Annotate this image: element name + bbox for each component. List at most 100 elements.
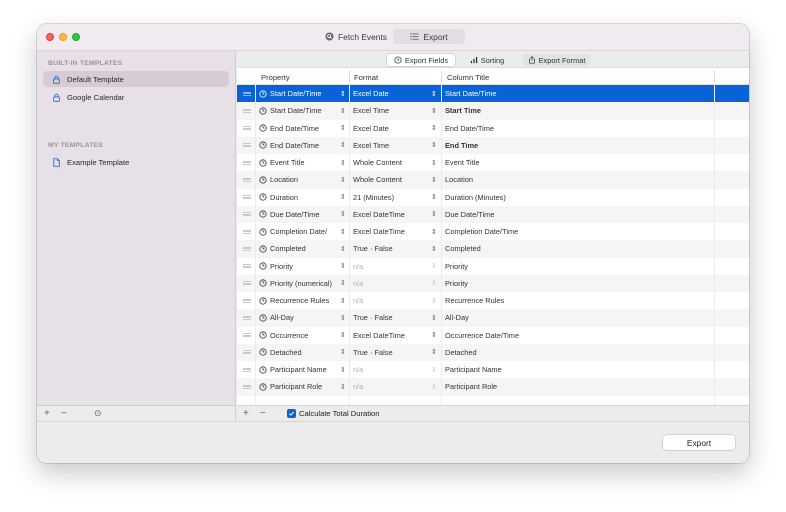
property-popup[interactable]: Priority (numerical): [259, 275, 349, 292]
format-stepper-icon[interactable]: ⇕: [431, 102, 437, 119]
column-title-field[interactable]: All-Day: [445, 309, 715, 326]
drag-handle-icon[interactable]: [242, 206, 252, 223]
format-stepper-icon[interactable]: ⇕: [431, 189, 437, 206]
drag-handle-icon[interactable]: [242, 378, 252, 395]
column-title-field[interactable]: Duration (Minutes): [445, 189, 715, 206]
property-popup[interactable]: Recurrence Rules: [259, 292, 349, 309]
drag-handle-icon[interactable]: [242, 309, 252, 326]
column-title-field[interactable]: Detached: [445, 344, 715, 361]
sidebar-item-example-template[interactable]: Example Template: [43, 154, 229, 170]
property-stepper-icon[interactable]: ⇕: [340, 137, 346, 154]
property-popup[interactable]: Completion Date/: [259, 223, 349, 240]
property-popup[interactable]: Due Date/Time: [259, 206, 349, 223]
table-row[interactable]: Location ⇕ Whole Content ⇕ Location: [237, 171, 749, 189]
property-popup[interactable]: All-Day: [259, 309, 349, 326]
drag-handle-icon[interactable]: [242, 361, 252, 378]
table-row[interactable]: All-Day ⇕ True · False ⇕ All-Day: [237, 309, 749, 327]
format-popup[interactable]: True · False: [353, 344, 441, 361]
format-popup[interactable]: Excel DateTime: [353, 223, 441, 240]
table-row[interactable]: Participant Name ⇕ n/a ⇕ Participant Name: [237, 361, 749, 378]
column-title-field[interactable]: End Date/Time: [445, 120, 715, 137]
property-popup[interactable]: End Date/Time: [259, 137, 349, 154]
format-popup[interactable]: 21 (Minutes): [353, 189, 441, 206]
drag-handle-icon[interactable]: [242, 275, 252, 292]
column-title-field[interactable]: Event Title: [445, 154, 715, 171]
property-popup[interactable]: Priority: [259, 258, 349, 275]
table-row[interactable]: Completion Date/ ⇕ Excel DateTime ⇕ Completi…: [237, 223, 749, 240]
format-stepper-icon[interactable]: ⇕: [431, 327, 437, 344]
drag-handle-icon[interactable]: [242, 154, 252, 171]
calculate-total-label[interactable]: Calculate Total Duration: [299, 409, 379, 418]
export-tab[interactable]: Export: [393, 29, 465, 44]
column-title-field[interactable]: Recurrence Rules: [445, 292, 715, 309]
property-stepper-icon[interactable]: ⇕: [340, 240, 346, 257]
drag-handle-icon[interactable]: [242, 120, 252, 137]
table-row[interactable]: Priority (numerical) ⇕ n/a ⇕ Priority: [237, 274, 749, 292]
table-row[interactable]: Priority ⇕ n/a ⇕ Priority: [237, 258, 749, 275]
property-popup[interactable]: End Date/Time: [259, 120, 349, 137]
table-row[interactable]: Start Date/Time ⇕ Excel Date ⇕ Start Date/Ti…: [237, 85, 749, 103]
format-stepper-icon[interactable]: ⇕: [431, 85, 437, 102]
format-popup[interactable]: Excel Time: [353, 137, 441, 154]
drag-handle-icon[interactable]: [242, 189, 252, 206]
property-popup[interactable]: Detached: [259, 344, 349, 361]
table-row[interactable]: Detached ⇕ True · False ⇕ Detached: [237, 343, 749, 361]
property-popup[interactable]: Participant Name: [259, 361, 349, 378]
format-stepper-icon[interactable]: ⇕: [431, 309, 437, 326]
template-options-button[interactable]: ⊙: [94, 408, 102, 419]
drag-handle-icon[interactable]: [242, 344, 252, 361]
drag-handle-icon[interactable]: [242, 102, 252, 119]
property-stepper-icon[interactable]: ⇕: [340, 258, 346, 275]
table-row[interactable]: Start Date/Time ⇕ Excel Time ⇕ Start Time: [237, 102, 749, 120]
property-popup[interactable]: Participant Role: [259, 378, 349, 395]
format-popup[interactable]: Whole Content: [353, 171, 441, 188]
tab-export-fields[interactable]: Export Fields: [387, 54, 455, 66]
format-popup[interactable]: True · False: [353, 240, 441, 257]
property-stepper-icon[interactable]: ⇕: [340, 154, 346, 171]
column-title-field[interactable]: Occurrence Date/Time: [445, 327, 715, 344]
column-title-field[interactable]: Completion Date/Time: [445, 223, 715, 240]
format-stepper-icon[interactable]: ⇕: [431, 223, 437, 240]
format-popup[interactable]: Excel DateTime: [353, 206, 441, 223]
sidebar-item-default-template[interactable]: Default Template: [43, 71, 229, 87]
table-row[interactable]: Completed ⇕ True · False ⇕ Completed: [237, 240, 749, 258]
property-stepper-icon[interactable]: ⇕: [340, 378, 346, 395]
property-popup[interactable]: Occurrence: [259, 327, 349, 344]
column-title-field[interactable]: Participant Name: [445, 361, 715, 378]
format-stepper-icon[interactable]: ⇕: [431, 154, 437, 171]
column-title-field[interactable]: Priority: [445, 275, 715, 292]
property-popup[interactable]: Duration: [259, 189, 349, 206]
property-stepper-icon[interactable]: ⇕: [340, 102, 346, 119]
table-row[interactable]: Duration ⇕ 21 (Minutes) ⇕ Duration (Minutes): [237, 189, 749, 206]
drag-handle-icon[interactable]: [242, 137, 252, 154]
column-title-field[interactable]: Due Date/Time: [445, 206, 715, 223]
tab-sorting[interactable]: Sorting: [463, 54, 511, 66]
zoom-window-button[interactable]: [72, 33, 80, 41]
property-stepper-icon[interactable]: ⇕: [340, 344, 346, 361]
column-title-field[interactable]: Completed: [445, 240, 715, 257]
format-stepper-icon[interactable]: ⇕: [431, 137, 437, 154]
property-stepper-icon[interactable]: ⇕: [340, 309, 346, 326]
column-title-field[interactable]: Location: [445, 171, 715, 188]
property-popup[interactable]: Start Date/Time: [259, 102, 349, 119]
table-row[interactable]: End Date/Time ⇕ Excel Time ⇕ End Time: [237, 136, 749, 154]
remove-template-button[interactable]: −: [61, 408, 67, 419]
drag-handle-icon[interactable]: [242, 240, 252, 257]
property-stepper-icon[interactable]: ⇕: [340, 361, 346, 378]
drag-handle-icon[interactable]: [242, 85, 252, 102]
column-title-field[interactable]: Priority: [445, 258, 715, 275]
property-stepper-icon[interactable]: ⇕: [340, 171, 346, 188]
format-popup[interactable]: Excel Date: [353, 85, 441, 102]
table-row[interactable]: Event Title ⇕ Whole Content ⇕ Event Title: [237, 154, 749, 171]
column-title-field[interactable]: Start Date/Time: [445, 85, 715, 102]
property-stepper-icon[interactable]: ⇕: [340, 189, 346, 206]
format-popup[interactable]: Whole Content: [353, 154, 441, 171]
header-property[interactable]: Property: [261, 73, 290, 82]
column-title-field[interactable]: End Time: [445, 137, 715, 154]
format-stepper-icon[interactable]: ⇕: [431, 171, 437, 188]
drag-handle-icon[interactable]: [242, 223, 252, 240]
remove-field-button[interactable]: −: [260, 408, 266, 419]
property-stepper-icon[interactable]: ⇕: [340, 275, 346, 292]
format-popup[interactable]: Excel Time: [353, 102, 441, 119]
drag-handle-icon[interactable]: [242, 171, 252, 188]
